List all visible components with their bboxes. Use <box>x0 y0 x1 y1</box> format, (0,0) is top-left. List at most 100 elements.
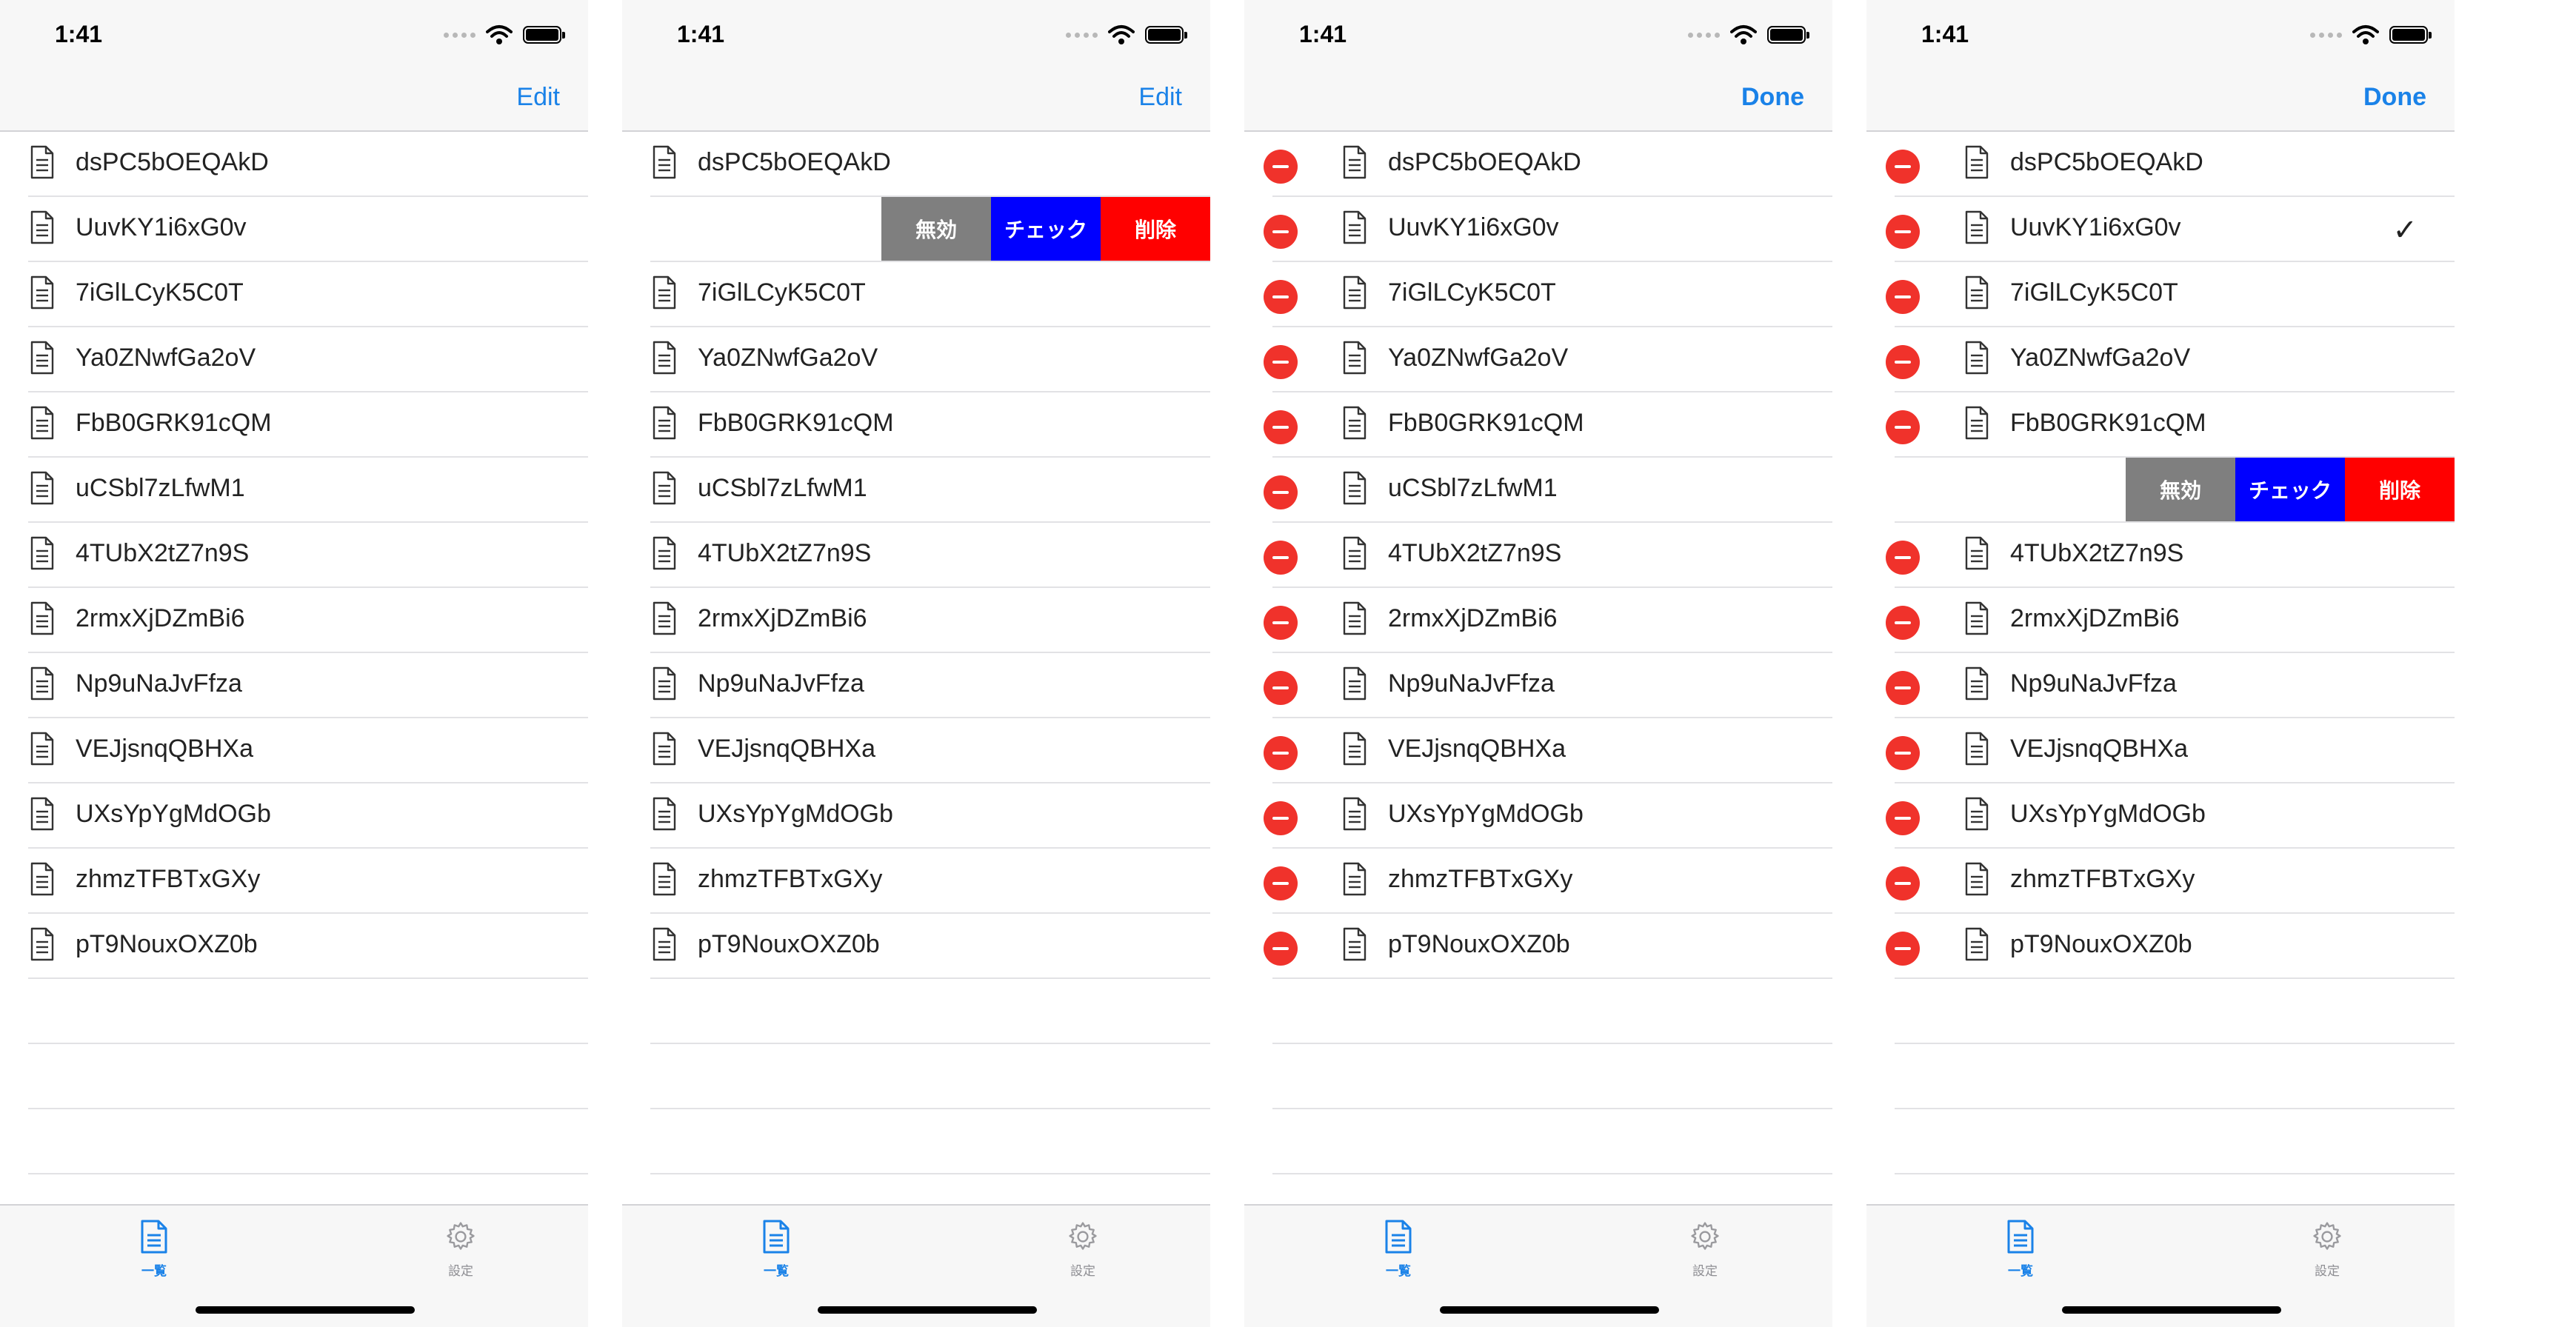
list-item[interactable]: zhmzTFBTxGXy <box>1866 849 2455 914</box>
delete-control-icon[interactable] <box>1886 606 1920 640</box>
tab-settings[interactable]: 設定 <box>1031 1213 1135 1287</box>
list-item[interactable]: uCSbl7zLfwM1 <box>1244 458 1832 523</box>
delete-control-icon[interactable] <box>1886 932 1920 966</box>
delete-control-icon[interactable] <box>1886 150 1920 184</box>
delete-control-icon[interactable] <box>1264 280 1298 314</box>
list-item[interactable]: FbB0GRK91cQM <box>1244 392 1832 458</box>
list-item[interactable]: zhmzTFBTxGXy <box>1244 849 1832 914</box>
list-item[interactable]: dsPC5bOEQAkD <box>622 132 1210 197</box>
list-item[interactable]: zhmzTFBTxGXy <box>622 849 1210 914</box>
list-item-label: 7iGlLCyK5C0T <box>1388 278 1556 307</box>
edit-button[interactable]: Edit <box>516 83 560 112</box>
tab-list[interactable]: 一覧 <box>1347 1213 1450 1287</box>
list-item[interactable]: dsPC5bOEQAkD <box>1866 132 2455 197</box>
delete-control-icon[interactable] <box>1264 215 1298 249</box>
tab-settings[interactable]: 設定 <box>409 1213 513 1287</box>
list-item[interactable]: 無効 チェック 削除 <box>622 197 1210 262</box>
delete-control-icon[interactable] <box>1264 541 1298 575</box>
disable-action-button[interactable]: 無効 <box>2126 458 2235 521</box>
list-item[interactable]: UuvKY1i6xG0v ✓ <box>1866 197 2455 262</box>
list-item[interactable]: pT9NouxOXZ0b <box>622 914 1210 979</box>
document-icon <box>30 601 55 635</box>
delete-control-icon[interactable] <box>1886 801 1920 835</box>
list-item[interactable]: 2rmxXjDZmBi6 <box>622 588 1210 653</box>
list-item[interactable]: 4TUbX2tZ7n9S <box>622 523 1210 588</box>
delete-control-icon[interactable] <box>1264 150 1298 184</box>
check-action-button[interactable]: チェック <box>991 197 1101 261</box>
delete-control-icon[interactable] <box>1264 345 1298 379</box>
list-item[interactable]: UXsYpYgMdOGb <box>1866 783 2455 849</box>
delete-control-icon[interactable] <box>1264 475 1298 509</box>
list-item[interactable]: VEJjsnqQBHXa <box>0 718 588 783</box>
tab-list[interactable]: 一覧 <box>1969 1213 2072 1287</box>
done-button[interactable]: Done <box>1741 83 1804 112</box>
delete-control-icon[interactable] <box>1886 541 1920 575</box>
delete-control-icon[interactable] <box>1886 215 1920 249</box>
list-item[interactable]: 7iGlLCyK5C0T <box>0 262 588 327</box>
list-item[interactable]: UXsYpYgMdOGb <box>622 783 1210 849</box>
list-item[interactable]: Np9uNaJvFfza <box>1866 653 2455 718</box>
list-item[interactable]: 2rmxXjDZmBi6 <box>1866 588 2455 653</box>
list-item[interactable]: 2rmxXjDZmBi6 <box>1244 588 1832 653</box>
delete-control-icon[interactable] <box>1264 736 1298 770</box>
list-item[interactable]: FbB0GRK91cQM <box>1866 392 2455 458</box>
list-item[interactable]: UuvKY1i6xG0v <box>1244 197 1832 262</box>
list-item[interactable]: Np9uNaJvFfza <box>0 653 588 718</box>
edit-button[interactable]: Edit <box>1138 83 1182 112</box>
list-item[interactable]: UuvKY1i6xG0v <box>0 197 588 262</box>
list-item[interactable]: pT9NouxOXZ0b <box>1866 914 2455 979</box>
list-item[interactable]: Ya0ZNwfGa2oV <box>1866 327 2455 392</box>
list-item[interactable]: UXsYpYgMdOGb <box>1244 783 1832 849</box>
list-item[interactable]: dsPC5bOEQAkD <box>0 132 588 197</box>
list-item[interactable]: UXsYpYgMdOGb <box>0 783 588 849</box>
delete-control-icon[interactable] <box>1264 606 1298 640</box>
list-item[interactable]: zhmzTFBTxGXy <box>0 849 588 914</box>
delete-control-icon[interactable] <box>1264 801 1298 835</box>
list-item[interactable]: uCSbl7zLfwM1 <box>622 458 1210 523</box>
delete-action-button[interactable]: 削除 <box>2345 458 2455 521</box>
done-button[interactable]: Done <box>2363 83 2426 112</box>
list-item[interactable]: 7iGlLCyK5C0T <box>1244 262 1832 327</box>
list-item[interactable]: Np9uNaJvFfza <box>622 653 1210 718</box>
list-item[interactable]: FbB0GRK91cQM <box>622 392 1210 458</box>
delete-control-icon[interactable] <box>1886 866 1920 900</box>
tab-list[interactable]: 一覧 <box>724 1213 828 1287</box>
list-item[interactable]: uCSbl7zLfwM1 <box>0 458 588 523</box>
list-item[interactable]: Ya0ZNwfGa2oV <box>622 327 1210 392</box>
empty-row <box>622 1109 1210 1174</box>
list-item[interactable]: Np9uNaJvFfza <box>1244 653 1832 718</box>
list-item[interactable]: 4TUbX2tZ7n9S <box>1244 523 1832 588</box>
delete-action-button[interactable]: 削除 <box>1101 197 1210 261</box>
list-item[interactable]: pT9NouxOXZ0b <box>1244 914 1832 979</box>
list-item[interactable]: 2rmxXjDZmBi6 <box>0 588 588 653</box>
list-item[interactable]: 4TUbX2tZ7n9S <box>0 523 588 588</box>
list-item[interactable]: Ya0ZNwfGa2oV <box>1244 327 1832 392</box>
delete-control-icon[interactable] <box>1264 410 1298 444</box>
list-item[interactable]: VEJjsnqQBHXa <box>1866 718 2455 783</box>
delete-control-icon[interactable] <box>1264 671 1298 705</box>
delete-control-icon[interactable] <box>1886 671 1920 705</box>
list-item[interactable]: pT9NouxOXZ0b <box>0 914 588 979</box>
tab-settings[interactable]: 設定 <box>1653 1213 1757 1287</box>
list-item[interactable]: dsPC5bOEQAkD <box>1244 132 1832 197</box>
document-icon <box>30 275 55 310</box>
list-item[interactable]: VEJjsnqQBHXa <box>1244 718 1832 783</box>
delete-control-icon[interactable] <box>1886 280 1920 314</box>
list-item[interactable]: FbB0GRK91cQM <box>0 392 588 458</box>
list-item[interactable]: 無効 チェック 削除 <box>1866 458 2455 523</box>
delete-control-icon[interactable] <box>1264 866 1298 900</box>
list-item[interactable]: 7iGlLCyK5C0T <box>1866 262 2455 327</box>
delete-control-icon[interactable] <box>1886 736 1920 770</box>
list-item[interactable]: Ya0ZNwfGa2oV <box>0 327 588 392</box>
disable-action-button[interactable]: 無効 <box>881 197 991 261</box>
delete-control-icon[interactable] <box>1264 932 1298 966</box>
tab-settings[interactable]: 設定 <box>2275 1213 2379 1287</box>
list-item[interactable]: VEJjsnqQBHXa <box>622 718 1210 783</box>
delete-control-icon[interactable] <box>1886 410 1920 444</box>
battery-icon <box>2389 26 2432 44</box>
tab-list[interactable]: 一覧 <box>102 1213 206 1287</box>
list-item[interactable]: 7iGlLCyK5C0T <box>622 262 1210 327</box>
delete-control-icon[interactable] <box>1886 345 1920 379</box>
check-action-button[interactable]: チェック <box>2235 458 2345 521</box>
list-item[interactable]: 4TUbX2tZ7n9S <box>1866 523 2455 588</box>
